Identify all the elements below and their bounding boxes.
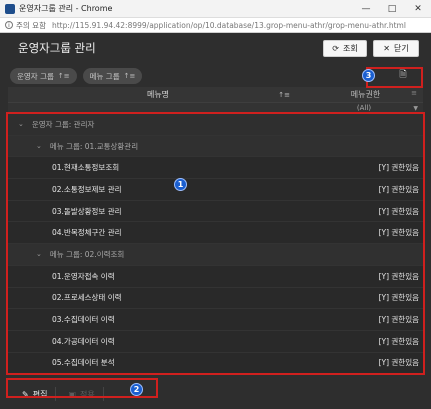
apply-button[interactable]: ▣ 적용 [60, 386, 102, 402]
table-row[interactable]: 04.가공데이터 이력 [Y] 권한있음 [8, 330, 423, 353]
edit-button[interactable]: ✎ 편집 [14, 386, 55, 402]
apply-button-label: 적용 [80, 389, 95, 399]
group-row-menu[interactable]: ⌄ 메뉴 그룹: 01.교통상황관리 [8, 135, 423, 158]
address-bar[interactable]: i 주의 요함 http://115.91.94.42:8999/applica… [0, 18, 431, 33]
minimize-icon[interactable]: — [353, 0, 379, 18]
page-title: 운영자그룹 관리 [18, 41, 96, 55]
url-text[interactable]: http://115.91.94.42:8999/application/op/… [52, 21, 406, 30]
close-icon[interactable]: ✕ [405, 0, 431, 18]
export-icon[interactable]: 🗎 [393, 67, 413, 83]
sort-up-icon[interactable]: ↑≡ [124, 72, 136, 80]
grid-body: ⌄ 운영자 그룹: 관리자 ⌄ 메뉴 그룹: 01.교통상황관리 01.현재소통… [8, 114, 423, 374]
table-row[interactable]: 02.프로세스상태 이력 [Y] 권한있음 [8, 287, 423, 310]
column-header-permission[interactable]: 메뉴권한 ≡ [308, 89, 423, 100]
annotation-badge-1: 1 [174, 178, 187, 191]
table-row[interactable]: 04.반복정체구간 관리 [Y] 권한있음 [8, 222, 423, 245]
search-button[interactable]: ⟳ 조회 [323, 39, 367, 57]
group-chip-label: 메뉴 그룹 [89, 71, 120, 81]
close-icon: ✕ [383, 43, 390, 53]
table-row[interactable]: 03.돌발상황정보 관리 [Y] 권한있음 [8, 200, 423, 223]
group-row-operator[interactable]: ⌄ 운영자 그룹: 관리자 [8, 114, 423, 136]
security-warning[interactable]: 주의 요함 [16, 20, 46, 31]
toolbar-divider [102, 387, 104, 401]
grid-filter-row: (All) ▼ [8, 103, 423, 113]
group-chip-menu[interactable]: 메뉴 그룹 ↑≡ [82, 68, 143, 84]
table-row[interactable]: 01.현재소통정보조회 [Y] 권한있음 [8, 157, 423, 180]
chevron-down-icon[interactable]: ⌄ [36, 142, 42, 150]
refresh-icon: ⟳ [332, 43, 339, 53]
group-chip-label: 운영자 그룹 [17, 71, 54, 81]
search-button-label: 조회 [342, 43, 358, 53]
app-window: 운영자그룹 관리 ⟳ 조회 ✕ 닫기 운영자 그룹 ↑≡ 메뉴 그룹 ↑≡ 🗎 … [0, 33, 431, 409]
window-titlebar: 운영자그룹 관리 - Chrome — □ ✕ [0, 0, 431, 18]
chevron-down-icon: ▼ [413, 104, 418, 112]
app-header: 운영자그룹 관리 ⟳ 조회 ✕ 닫기 [0, 33, 431, 63]
table-row[interactable]: 02.소통정보제보 관리 [Y] 권한있음 [8, 179, 423, 201]
save-icon: ▣ [68, 389, 76, 399]
permission-filter-select[interactable]: (All) ▼ [308, 104, 420, 113]
close-button[interactable]: ✕ 닫기 [373, 39, 419, 57]
toolbar-divider [55, 387, 57, 401]
group-row-menu[interactable]: ⌄ 메뉴 그룹: 02.이력조회 [8, 244, 423, 266]
filter-icon[interactable]: ≡ [411, 89, 417, 97]
maximize-icon[interactable]: □ [379, 0, 405, 18]
edit-button-label: 편집 [32, 389, 48, 399]
chevron-down-icon[interactable]: ⌄ [36, 250, 42, 258]
chevron-down-icon[interactable]: ⌄ [18, 120, 24, 128]
sort-up-icon[interactable]: ↑≡ [278, 91, 290, 99]
table-row[interactable]: 05.수집데이터 분석 [Y] 권한있음 [8, 352, 423, 374]
table-row[interactable]: 01.운영자접속 이력 [Y] 권한있음 [8, 265, 423, 288]
group-chip-operator[interactable]: 운영자 그룹 ↑≡ [10, 68, 77, 84]
pencil-icon: ✎ [22, 389, 29, 399]
column-header-menu[interactable]: 메뉴명 ↑≡ [8, 89, 308, 100]
table-row[interactable]: 03.수집데이터 이력 [Y] 권한있음 [8, 309, 423, 331]
annotation-badge-2: 2 [130, 383, 143, 396]
app-icon [5, 3, 15, 14]
info-icon: i [5, 21, 13, 29]
footer-toolbar: ✎ 편집 ▣ 적용 [0, 379, 431, 409]
annotation-badge-3: 3 [362, 69, 375, 82]
window-title: 운영자그룹 관리 - Chrome [19, 4, 113, 13]
grid-header: 메뉴명 ↑≡ 메뉴권한 ≡ [8, 87, 423, 103]
sort-up-icon[interactable]: ↑≡ [58, 72, 70, 80]
close-button-label: 닫기 [393, 43, 409, 53]
